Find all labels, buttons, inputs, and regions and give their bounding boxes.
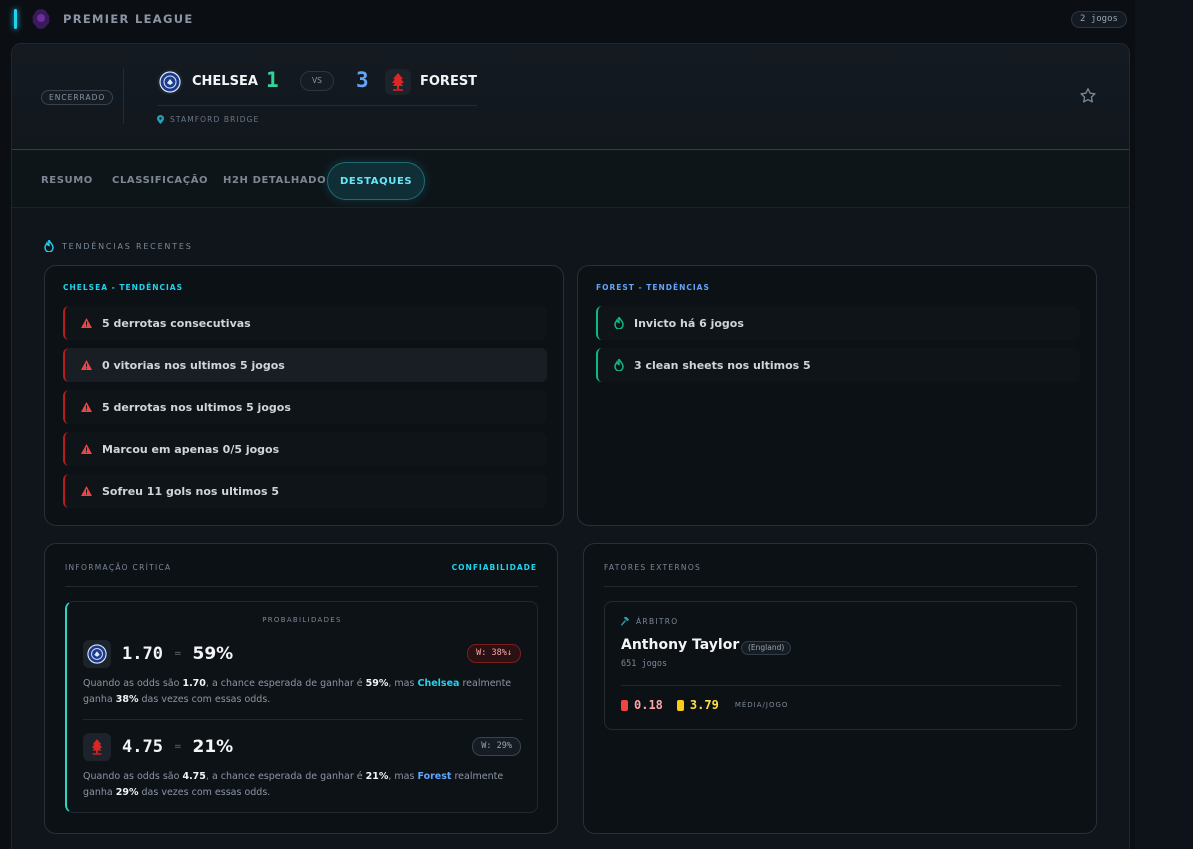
trend-text: 5 derrotas nos ultimos 5 jogos — [102, 400, 291, 414]
trend-item: 3 clean sheets nos ultimos 5 — [596, 348, 1080, 382]
gavel-icon — [621, 617, 629, 626]
favorite-star-icon[interactable] — [1079, 87, 1097, 105]
probabilities-box: PROBABILIDADES 1.70 = 59% W: 38%↓ Quando… — [65, 601, 538, 813]
header-separator — [157, 105, 477, 106]
tab-h2h-detalhado[interactable]: H2H DETALHADO — [223, 162, 326, 200]
venue: STAMFORD BRIDGE — [157, 115, 259, 124]
trend-text: 3 clean sheets nos ultimos 5 — [634, 358, 811, 372]
forest-crest-icon — [385, 69, 411, 95]
league-title: PREMIER LEAGUE — [63, 12, 194, 26]
external-factors-title: FATORES EXTERNOS — [604, 563, 702, 572]
location-pin-icon — [157, 115, 164, 124]
trend-text: 5 derrotas consecutivas — [102, 316, 251, 330]
home-win-rate-badge: W: 38%↓ — [467, 644, 521, 663]
away-trends-title: FOREST - TENDÊNCIAS — [596, 283, 710, 292]
reliability-label[interactable]: CONFIABILIDADE — [452, 563, 537, 572]
home-trends-title: CHELSEA - TENDÊNCIAS — [63, 283, 183, 292]
warning-icon — [81, 486, 92, 496]
away-implied-probability: 21% — [192, 737, 234, 757]
header-divider — [123, 68, 124, 124]
yellow-card-average: 3.79 — [689, 698, 719, 712]
referee-games-count: 651 jogos — [621, 659, 668, 669]
league-header: PREMIER LEAGUE 2 jogos — [0, 0, 1135, 38]
trend-text: Marcou em apenas 0/5 jogos — [102, 442, 280, 456]
flame-icon — [44, 240, 54, 252]
away-trends-panel: FOREST - TENDÊNCIAS Invicto há 6 jogos 3… — [577, 265, 1097, 526]
league-match-count-badge: 2 jogos — [1071, 11, 1127, 28]
trend-text: Sofreu 11 gols nos ultimos 5 — [102, 484, 279, 498]
panel-divider — [65, 586, 538, 587]
warning-icon — [81, 360, 92, 370]
trend-item: 5 derrotas nos ultimos 5 jogos — [63, 390, 547, 424]
referee-label: ÁRBITRO — [621, 617, 679, 626]
home-team-name[interactable]: CHELSEA — [192, 74, 258, 89]
tab-bar: RESUMO CLASSIFICAÇÃO H2H DETALHADO DESTA… — [12, 150, 1129, 208]
right-gutter — [1135, 0, 1193, 849]
home-implied-probability: 59% — [192, 644, 234, 664]
warning-icon — [81, 402, 92, 412]
trends-section-label: TENDÊNCIAS RECENTES — [62, 241, 193, 251]
away-odds: 4.75 — [122, 737, 163, 757]
home-odds-row: 1.70 = 59% — [83, 639, 233, 669]
trend-item: Marcou em apenas 0/5 jogos — [63, 432, 547, 466]
referee-card: ÁRBITRO Anthony Taylor (England) 651 jog… — [604, 601, 1077, 730]
forest-crest-icon — [83, 733, 111, 761]
league-accent-bar — [14, 9, 17, 29]
chelsea-crest-icon — [157, 69, 183, 95]
away-odds-row: 4.75 = 21% — [83, 732, 233, 762]
odds-divider — [83, 719, 523, 720]
home-odds: 1.70 — [122, 644, 163, 664]
venue-name: STAMFORD BRIDGE — [170, 115, 260, 124]
flame-icon — [614, 317, 624, 329]
away-score: 3 — [356, 68, 369, 92]
panel-divider — [604, 586, 1077, 587]
external-factors-panel: FATORES EXTERNOS ÁRBITRO Anthony Taylor … — [583, 543, 1097, 834]
chelsea-crest-icon — [83, 640, 111, 668]
cards-average: 0.18 3.79 MÉDIA/JOGO — [621, 698, 788, 712]
average-per-game-label: MÉDIA/JOGO — [734, 701, 789, 709]
red-card-average: 0.18 — [634, 698, 663, 712]
referee-divider — [621, 685, 1061, 686]
trend-item: Invicto há 6 jogos — [596, 306, 1080, 340]
away-odds-explanation: Quando as odds são 4.75, a chance espera… — [83, 771, 504, 798]
home-trends-panel: CHELSEA - TENDÊNCIAS 5 derrotas consecut… — [44, 265, 564, 526]
critical-info-title: INFORMAÇÃO CRÍTICA — [65, 563, 172, 572]
tab-destaques[interactable]: DESTAQUES — [327, 162, 426, 200]
trend-text: 0 vitorias nos ultimos 5 jogos — [102, 358, 285, 372]
equals-sign: = — [173, 742, 182, 752]
trend-item: Sofreu 11 gols nos ultimos 5 — [63, 474, 547, 508]
premier-league-logo-icon — [32, 9, 50, 29]
referee-name: Anthony Taylor — [621, 637, 740, 653]
away-win-rate-badge: W: 29% — [472, 737, 521, 756]
vs-badge: VS — [300, 71, 334, 91]
flame-icon — [614, 359, 624, 371]
yellow-card-icon — [676, 699, 684, 711]
trends-section-title: TENDÊNCIAS RECENTES — [44, 240, 193, 252]
referee-country-badge: (England) — [741, 641, 792, 655]
red-card-icon — [621, 699, 628, 711]
trend-item: 0 vitorias nos ultimos 5 jogos — [63, 348, 547, 382]
match-card: ENCERRADO CHELSEA 1 VS 3 FOREST STAMFORD… — [11, 43, 1130, 849]
warning-icon — [81, 444, 92, 454]
probabilities-title: PROBABILIDADES — [262, 616, 342, 624]
home-odds-explanation: Quando as odds são 1.70, a chance espera… — [83, 678, 512, 705]
away-team-name[interactable]: FOREST — [420, 74, 477, 89]
trend-item: 5 derrotas consecutivas — [63, 306, 547, 340]
trend-text: Invicto há 6 jogos — [634, 316, 744, 330]
warning-icon — [81, 318, 92, 328]
match-header: ENCERRADO CHELSEA 1 VS 3 FOREST STAMFORD… — [12, 44, 1129, 150]
tab-resumo[interactable]: RESUMO — [41, 162, 93, 200]
page: PREMIER LEAGUE 2 jogos ENCERRADO CHELSEA… — [0, 0, 1193, 849]
critical-info-panel: INFORMAÇÃO CRÍTICA CONFIABILIDADE PROBAB… — [44, 543, 558, 834]
equals-sign: = — [173, 649, 182, 659]
match-status-badge: ENCERRADO — [41, 90, 114, 105]
tab-classificacao[interactable]: CLASSIFICAÇÃO — [112, 162, 208, 200]
home-score: 1 — [266, 68, 279, 92]
